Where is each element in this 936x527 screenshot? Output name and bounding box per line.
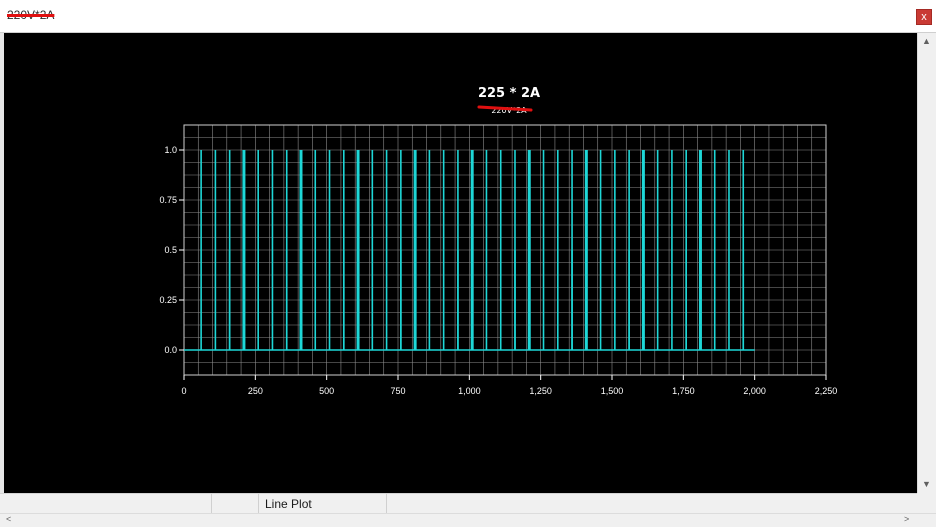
y-tick-label: 0.75	[159, 195, 177, 205]
x-tick-labels: 0 250 500 750 1,000 1,250 1,500 1,750 2,000 2,250	[181, 386, 837, 396]
status-bar: Line Plot	[0, 493, 917, 513]
x-tick-label: 1,750	[672, 386, 695, 396]
scroll-up-icon[interactable]: ▲	[922, 36, 931, 46]
y-tick-label: 0.5	[164, 245, 177, 255]
vertical-scrollbar[interactable]: ▲ ▼	[917, 33, 936, 493]
x-tick-label: 1,250	[529, 386, 552, 396]
x-tick-label: 750	[390, 386, 405, 396]
status-segment	[212, 494, 259, 513]
x-tick-label: 500	[319, 386, 334, 396]
y-tick-labels: 0.0 0.25 0.5 0.75 1.0	[159, 145, 177, 355]
scroll-left-icon[interactable]: <	[6, 514, 11, 524]
x-tick-label: 2,000	[743, 386, 766, 396]
close-button[interactable]: x	[916, 9, 932, 25]
window-titlebar: 220V*2A x	[0, 0, 936, 33]
x-tick-label: 250	[248, 386, 263, 396]
scroll-right-icon[interactable]: >	[904, 514, 909, 524]
y-tick-label: 0.25	[159, 295, 177, 305]
window-title: 220V*2A	[7, 8, 55, 22]
status-segment	[0, 494, 212, 513]
status-plot-type: Line Plot	[265, 497, 312, 511]
x-tick-label: 2,250	[815, 386, 838, 396]
line-plot-chart: 225 * 2A 220V*2A 0 250 500 750 1,000 1,250 1,5…	[159, 86, 837, 396]
y-tick-label: 0.0	[164, 345, 177, 355]
y-tick-label: 1.0	[164, 145, 177, 155]
chart-title: 225 * 2A	[478, 86, 540, 101]
horizontal-scrollbar[interactable]: < >	[0, 513, 936, 527]
x-tick-label: 0	[181, 386, 186, 396]
plot-area: 225 * 2A 220V*2A 0 250 500 750 1,000 1,250 1,5…	[4, 33, 917, 493]
scroll-down-icon[interactable]: ▼	[922, 479, 931, 489]
x-tick-label: 1,000	[458, 386, 481, 396]
x-tick-label: 1,500	[601, 386, 624, 396]
